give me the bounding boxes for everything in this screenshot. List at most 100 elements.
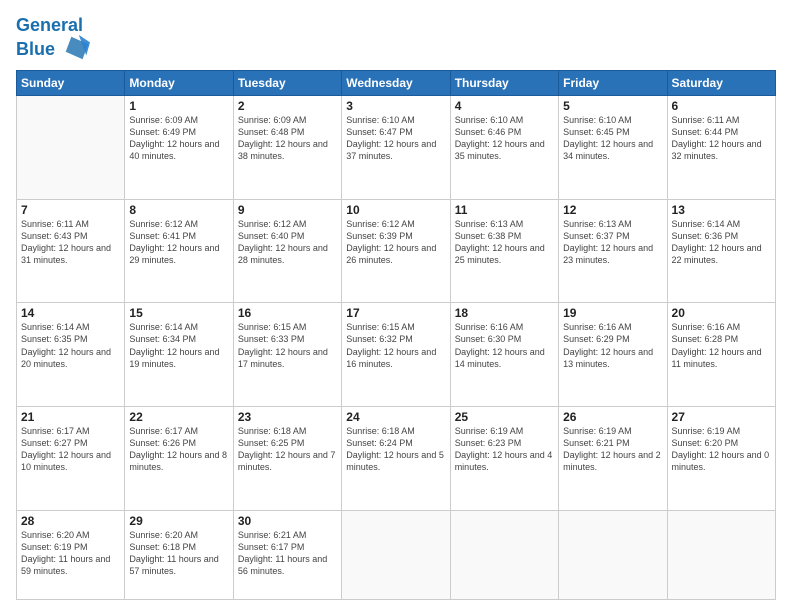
calendar-cell: 7Sunrise: 6:11 AMSunset: 6:43 PMDaylight… bbox=[17, 199, 125, 303]
day-info: Sunrise: 6:16 AMSunset: 6:28 PMDaylight:… bbox=[672, 321, 771, 370]
day-number: 8 bbox=[129, 203, 228, 217]
calendar-cell: 27Sunrise: 6:19 AMSunset: 6:20 PMDayligh… bbox=[667, 407, 775, 511]
day-info: Sunrise: 6:09 AMSunset: 6:49 PMDaylight:… bbox=[129, 114, 228, 163]
calendar-cell: 16Sunrise: 6:15 AMSunset: 6:33 PMDayligh… bbox=[233, 303, 341, 407]
calendar-cell: 26Sunrise: 6:19 AMSunset: 6:21 PMDayligh… bbox=[559, 407, 667, 511]
day-number: 30 bbox=[238, 514, 337, 528]
day-info: Sunrise: 6:10 AMSunset: 6:46 PMDaylight:… bbox=[455, 114, 554, 163]
day-number: 24 bbox=[346, 410, 445, 424]
day-number: 11 bbox=[455, 203, 554, 217]
day-number: 13 bbox=[672, 203, 771, 217]
day-number: 23 bbox=[238, 410, 337, 424]
calendar-cell: 25Sunrise: 6:19 AMSunset: 6:23 PMDayligh… bbox=[450, 407, 558, 511]
calendar-table: SundayMondayTuesdayWednesdayThursdayFrid… bbox=[16, 70, 776, 600]
calendar-cell bbox=[559, 510, 667, 599]
day-info: Sunrise: 6:17 AMSunset: 6:26 PMDaylight:… bbox=[129, 425, 228, 474]
day-info: Sunrise: 6:12 AMSunset: 6:40 PMDaylight:… bbox=[238, 218, 337, 267]
calendar-cell: 28Sunrise: 6:20 AMSunset: 6:19 PMDayligh… bbox=[17, 510, 125, 599]
day-number: 22 bbox=[129, 410, 228, 424]
day-info: Sunrise: 6:21 AMSunset: 6:17 PMDaylight:… bbox=[238, 529, 337, 578]
calendar-cell: 18Sunrise: 6:16 AMSunset: 6:30 PMDayligh… bbox=[450, 303, 558, 407]
day-info: Sunrise: 6:16 AMSunset: 6:30 PMDaylight:… bbox=[455, 321, 554, 370]
day-info: Sunrise: 6:16 AMSunset: 6:29 PMDaylight:… bbox=[563, 321, 662, 370]
day-info: Sunrise: 6:10 AMSunset: 6:47 PMDaylight:… bbox=[346, 114, 445, 163]
calendar-cell: 29Sunrise: 6:20 AMSunset: 6:18 PMDayligh… bbox=[125, 510, 233, 599]
calendar-cell: 19Sunrise: 6:16 AMSunset: 6:29 PMDayligh… bbox=[559, 303, 667, 407]
calendar-cell: 5Sunrise: 6:10 AMSunset: 6:45 PMDaylight… bbox=[559, 95, 667, 199]
calendar-week-2: 7Sunrise: 6:11 AMSunset: 6:43 PMDaylight… bbox=[17, 199, 776, 303]
day-info: Sunrise: 6:12 AMSunset: 6:41 PMDaylight:… bbox=[129, 218, 228, 267]
day-info: Sunrise: 6:14 AMSunset: 6:34 PMDaylight:… bbox=[129, 321, 228, 370]
calendar-cell: 6Sunrise: 6:11 AMSunset: 6:44 PMDaylight… bbox=[667, 95, 775, 199]
calendar-cell: 3Sunrise: 6:10 AMSunset: 6:47 PMDaylight… bbox=[342, 95, 450, 199]
day-info: Sunrise: 6:12 AMSunset: 6:39 PMDaylight:… bbox=[346, 218, 445, 267]
calendar-cell: 10Sunrise: 6:12 AMSunset: 6:39 PMDayligh… bbox=[342, 199, 450, 303]
day-info: Sunrise: 6:13 AMSunset: 6:37 PMDaylight:… bbox=[563, 218, 662, 267]
calendar-cell: 24Sunrise: 6:18 AMSunset: 6:24 PMDayligh… bbox=[342, 407, 450, 511]
day-number: 10 bbox=[346, 203, 445, 217]
logo: General Blue bbox=[16, 16, 90, 64]
weekday-header-thursday: Thursday bbox=[450, 70, 558, 95]
weekday-header-wednesday: Wednesday bbox=[342, 70, 450, 95]
day-number: 9 bbox=[238, 203, 337, 217]
day-info: Sunrise: 6:19 AMSunset: 6:23 PMDaylight:… bbox=[455, 425, 554, 474]
day-number: 19 bbox=[563, 306, 662, 320]
weekday-header-row: SundayMondayTuesdayWednesdayThursdayFrid… bbox=[17, 70, 776, 95]
calendar-cell: 17Sunrise: 6:15 AMSunset: 6:32 PMDayligh… bbox=[342, 303, 450, 407]
calendar-cell: 15Sunrise: 6:14 AMSunset: 6:34 PMDayligh… bbox=[125, 303, 233, 407]
day-number: 18 bbox=[455, 306, 554, 320]
day-number: 15 bbox=[129, 306, 228, 320]
day-info: Sunrise: 6:14 AMSunset: 6:35 PMDaylight:… bbox=[21, 321, 120, 370]
day-info: Sunrise: 6:14 AMSunset: 6:36 PMDaylight:… bbox=[672, 218, 771, 267]
calendar-cell: 22Sunrise: 6:17 AMSunset: 6:26 PMDayligh… bbox=[125, 407, 233, 511]
day-info: Sunrise: 6:18 AMSunset: 6:24 PMDaylight:… bbox=[346, 425, 445, 474]
calendar-cell: 1Sunrise: 6:09 AMSunset: 6:49 PMDaylight… bbox=[125, 95, 233, 199]
day-info: Sunrise: 6:20 AMSunset: 6:18 PMDaylight:… bbox=[129, 529, 228, 578]
day-info: Sunrise: 6:11 AMSunset: 6:44 PMDaylight:… bbox=[672, 114, 771, 163]
day-info: Sunrise: 6:15 AMSunset: 6:33 PMDaylight:… bbox=[238, 321, 337, 370]
calendar-cell bbox=[17, 95, 125, 199]
calendar-cell: 8Sunrise: 6:12 AMSunset: 6:41 PMDaylight… bbox=[125, 199, 233, 303]
day-info: Sunrise: 6:17 AMSunset: 6:27 PMDaylight:… bbox=[21, 425, 120, 474]
calendar-cell: 9Sunrise: 6:12 AMSunset: 6:40 PMDaylight… bbox=[233, 199, 341, 303]
day-info: Sunrise: 6:11 AMSunset: 6:43 PMDaylight:… bbox=[21, 218, 120, 267]
day-info: Sunrise: 6:13 AMSunset: 6:38 PMDaylight:… bbox=[455, 218, 554, 267]
calendar-cell: 12Sunrise: 6:13 AMSunset: 6:37 PMDayligh… bbox=[559, 199, 667, 303]
calendar-cell: 20Sunrise: 6:16 AMSunset: 6:28 PMDayligh… bbox=[667, 303, 775, 407]
calendar-week-1: 1Sunrise: 6:09 AMSunset: 6:49 PMDaylight… bbox=[17, 95, 776, 199]
day-info: Sunrise: 6:18 AMSunset: 6:25 PMDaylight:… bbox=[238, 425, 337, 474]
day-number: 14 bbox=[21, 306, 120, 320]
day-number: 28 bbox=[21, 514, 120, 528]
weekday-header-tuesday: Tuesday bbox=[233, 70, 341, 95]
day-info: Sunrise: 6:09 AMSunset: 6:48 PMDaylight:… bbox=[238, 114, 337, 163]
day-number: 4 bbox=[455, 99, 554, 113]
day-number: 25 bbox=[455, 410, 554, 424]
header: General Blue bbox=[16, 12, 776, 64]
calendar-cell bbox=[667, 510, 775, 599]
weekday-header-friday: Friday bbox=[559, 70, 667, 95]
day-info: Sunrise: 6:19 AMSunset: 6:20 PMDaylight:… bbox=[672, 425, 771, 474]
day-info: Sunrise: 6:19 AMSunset: 6:21 PMDaylight:… bbox=[563, 425, 662, 474]
calendar-cell: 2Sunrise: 6:09 AMSunset: 6:48 PMDaylight… bbox=[233, 95, 341, 199]
weekday-header-saturday: Saturday bbox=[667, 70, 775, 95]
day-number: 16 bbox=[238, 306, 337, 320]
day-number: 20 bbox=[672, 306, 771, 320]
day-number: 29 bbox=[129, 514, 228, 528]
day-info: Sunrise: 6:20 AMSunset: 6:19 PMDaylight:… bbox=[21, 529, 120, 578]
day-number: 26 bbox=[563, 410, 662, 424]
calendar-cell bbox=[450, 510, 558, 599]
page: General Blue SundayMondayTuesdayWednesda… bbox=[0, 0, 792, 612]
calendar-cell: 14Sunrise: 6:14 AMSunset: 6:35 PMDayligh… bbox=[17, 303, 125, 407]
logo-text2: Blue bbox=[16, 36, 90, 64]
calendar-week-3: 14Sunrise: 6:14 AMSunset: 6:35 PMDayligh… bbox=[17, 303, 776, 407]
calendar-cell: 11Sunrise: 6:13 AMSunset: 6:38 PMDayligh… bbox=[450, 199, 558, 303]
calendar-cell: 4Sunrise: 6:10 AMSunset: 6:46 PMDaylight… bbox=[450, 95, 558, 199]
day-number: 12 bbox=[563, 203, 662, 217]
calendar-cell: 30Sunrise: 6:21 AMSunset: 6:17 PMDayligh… bbox=[233, 510, 341, 599]
weekday-header-monday: Monday bbox=[125, 70, 233, 95]
day-number: 17 bbox=[346, 306, 445, 320]
day-info: Sunrise: 6:10 AMSunset: 6:45 PMDaylight:… bbox=[563, 114, 662, 163]
day-number: 1 bbox=[129, 99, 228, 113]
calendar-week-5: 28Sunrise: 6:20 AMSunset: 6:19 PMDayligh… bbox=[17, 510, 776, 599]
calendar-week-4: 21Sunrise: 6:17 AMSunset: 6:27 PMDayligh… bbox=[17, 407, 776, 511]
